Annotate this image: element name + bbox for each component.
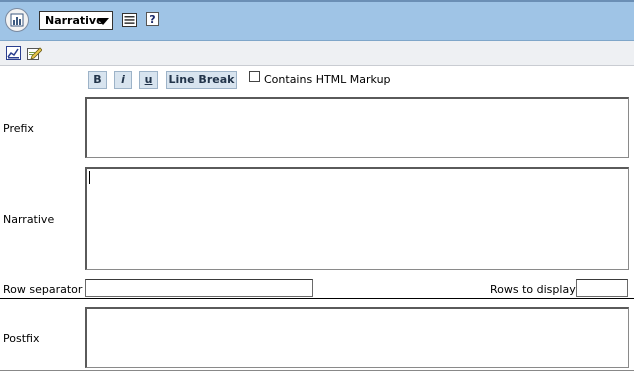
properties-icon[interactable] — [122, 13, 137, 27]
narrative-label: Narrative — [3, 213, 55, 226]
rows-to-display-input[interactable] — [576, 279, 628, 297]
contains-html-checkbox[interactable] — [249, 71, 260, 82]
italic-button[interactable]: i — [114, 71, 132, 89]
header-border — [0, 0, 634, 2]
row-separator-input[interactable] — [85, 279, 313, 297]
view-type-select[interactable]: Narrative — [39, 11, 113, 30]
edit-graph-icon[interactable] — [6, 46, 21, 60]
text-caret — [89, 171, 90, 184]
postfix-textarea[interactable] — [85, 307, 629, 368]
rows-to-display-label: Rows to display — [490, 283, 576, 296]
edit-pen-icon[interactable] — [27, 46, 42, 60]
section-divider — [0, 298, 634, 299]
underline-button[interactable]: u — [139, 71, 158, 89]
row-separator-label: Row separator — [3, 283, 83, 296]
help-icon[interactable]: ? — [146, 12, 159, 26]
line-break-button[interactable]: Line Break — [166, 71, 237, 89]
bold-button[interactable]: B — [88, 71, 107, 89]
bottom-border — [0, 370, 634, 371]
prefix-label: Prefix — [3, 122, 34, 135]
svg-text:?: ? — [149, 13, 155, 26]
chevron-down-icon — [97, 18, 109, 25]
secondary-toolbar — [0, 41, 634, 66]
narrative-textarea[interactable] — [85, 167, 629, 270]
contains-html-label: Contains HTML Markup — [264, 73, 391, 86]
report-view-icon[interactable] — [5, 8, 29, 32]
prefix-textarea[interactable] — [85, 97, 629, 158]
view-type-value: Narrative — [45, 14, 104, 27]
postfix-label: Postfix — [3, 332, 40, 345]
view-header-bar: Narrative ? — [0, 0, 634, 41]
